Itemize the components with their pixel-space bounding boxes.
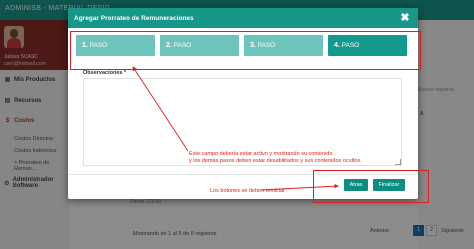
annotation-buttons-box	[313, 170, 429, 203]
annotation-steps-box	[70, 31, 421, 70]
resize-handle[interactable]	[395, 159, 401, 165]
annotation-note-2: Los botones se deben reiniciar	[210, 188, 285, 194]
modal-header: Agregar Prorrateo de Remuneraciones ✖	[68, 8, 418, 28]
close-icon[interactable]: ✖	[399, 12, 411, 24]
annotation-note-1a: Este campo debería estar activo y mostra…	[189, 151, 333, 157]
observations-label: Observaciones *	[83, 70, 127, 76]
annotation-note-1b: y los demas pasos deben estar desabilita…	[189, 158, 362, 164]
modal-title: Agregar Prorrateo de Remuneraciones	[74, 15, 194, 22]
